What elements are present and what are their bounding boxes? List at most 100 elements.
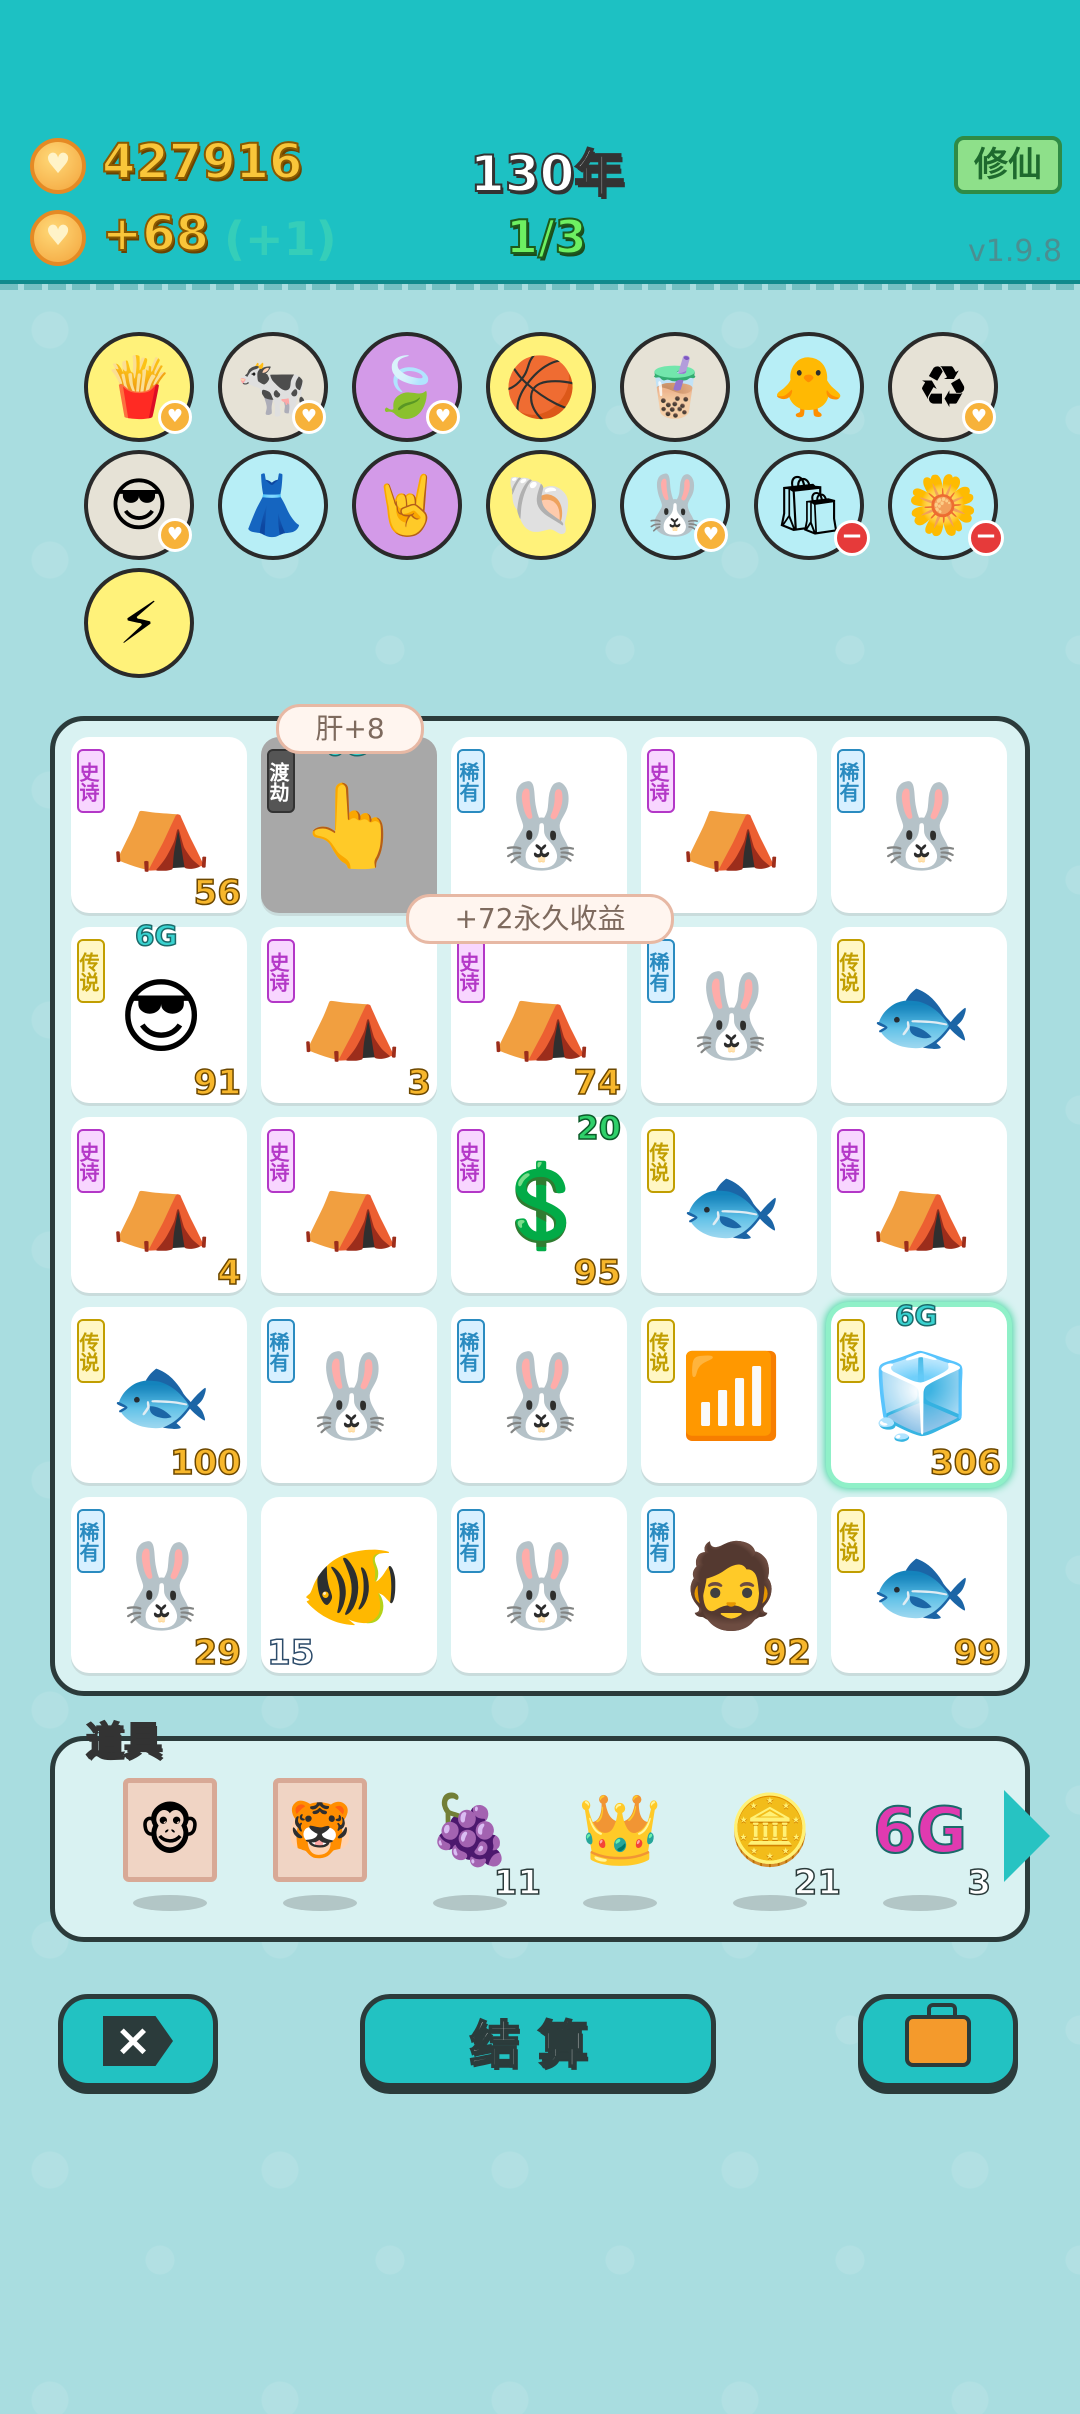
items-title: 道具 [85,1718,163,1764]
board-tile[interactable]: 稀有 🐰 [451,1497,627,1673]
item-shadow [583,1895,657,1911]
briefcase-icon [905,2003,971,2067]
rabbit-icon[interactable]: 🐰 ♥ [620,450,730,560]
board-tile[interactable]: 史诗 ⛺ [831,1117,1007,1293]
heart-badge-icon: ♥ [694,518,728,552]
rabbit-icon: 🐰 [299,1349,403,1444]
board-tile[interactable]: 传说 🐟 [831,927,1007,1103]
flower-pot-icon[interactable]: 🌼 − [888,450,1004,560]
board-tile[interactable]: 史诗 ⛺ 56 [71,737,247,914]
gold-coin-icon-glyph: 🪙 [727,1791,813,1870]
top-status-bar: 427916 +68 (+1) 130年 1/3 修仙 v1.9.8 [0,0,1080,290]
rabbit-icon: 🐰 [489,1539,593,1634]
board-tile[interactable]: 🐠 15 [261,1497,437,1674]
french-fries-icon[interactable]: 🍟 ♥ [84,332,194,442]
tiger-portrait-icon[interactable]: 🐯 [265,1775,375,1911]
xiuxian-button[interactable]: 修仙 [954,136,1062,194]
bubble-tea-icon[interactable]: 🧋 [620,332,730,442]
board-tile[interactable]: 传说 😎 6G 91 [71,918,247,1104]
board-tile[interactable]: 稀有 🐰 29 [71,1497,247,1674]
pleated-skirt-icon[interactable]: 👗 [218,450,328,560]
tile-value: 306 [929,1442,1001,1484]
item-count: 11 [493,1862,542,1904]
goldfish-icon: 🐠 [299,1539,403,1634]
bucket-hat-man-icon: 🧔 [679,1539,783,1634]
rabbit-tent-icon: ⛺ [299,1159,403,1254]
income-amount: +68 [101,205,210,263]
income-coin-icon [30,210,86,266]
cow-pair-icon[interactable]: 🐄 ♥ [218,332,328,442]
board-tile[interactable]: 稀有 🐰 [451,1307,627,1483]
lychee-icon[interactable]: 🍇 11 [415,1775,542,1911]
board-tile[interactable]: 史诗 💲 20 95 [451,1108,627,1294]
board-tile[interactable]: 稀有 🐰 [831,737,1007,913]
board-tile[interactable]: 稀有 🧔 92 [641,1497,817,1674]
items-next-arrow-icon[interactable] [1004,1790,1050,1882]
basketballs-icon[interactable]: 🏀 [486,332,596,442]
trash-bag-icon[interactable]: 🛍 − [754,450,870,560]
rabbit-tent-icon: ⛺ [679,779,783,874]
game-board: 史诗⛺56渡劫👆6G稀有🐰史诗⛺稀有🐰传说😎6G91史诗⛺3史诗⛺74稀有🐰传说… [50,716,1030,1696]
tile-value: 3 [407,1062,432,1104]
gold-coin-icon[interactable]: 🪙 21 [715,1775,842,1911]
monkey-portrait-icon-glyph: 🐵 [123,1778,217,1882]
board-tile[interactable]: 传说 🐟 99 [831,1497,1007,1674]
crown-icon[interactable]: 👑 [565,1775,675,1911]
rabbit-icon: 🐰 [489,1349,593,1444]
settle-button[interactable]: 结算 [360,1994,716,2088]
leaf-icon[interactable]: 🍃 ♥ [352,332,462,442]
tile-value: 56 [193,872,242,914]
chick-egg-icon[interactable]: 🐥 [754,332,864,442]
board-tile[interactable]: 稀有 🐰 [641,927,817,1103]
6g-icon[interactable]: 6G 3 [865,1775,992,1911]
income-bonus: (+1) [224,212,337,266]
board-tile[interactable]: 传说 📶 [641,1307,817,1483]
rabbit-icon: 🐰 [109,1539,213,1634]
rabbit-tent-icon: ⛺ [109,1159,213,1254]
board-tile[interactable]: 稀有 🐰 [261,1307,437,1483]
rabbit-tent-icon: ⛺ [869,1159,973,1254]
board-tile[interactable]: 史诗 ⛺ 4 [71,1117,247,1294]
rock-hand-icon[interactable]: 🤘 [352,450,462,560]
6g-icon-glyph: 6G [872,1793,968,1868]
board-tile[interactable]: 渡劫👆6G [261,728,437,913]
heart-badge-icon: ♥ [158,518,192,552]
board-tile[interactable]: 传说 🐟 [641,1117,817,1293]
6g-badge: 6G [894,1298,938,1333]
tile-value: 4 [217,1252,242,1294]
tile-value: 74 [573,1062,622,1104]
exit-button[interactable]: × [58,1994,218,2088]
lightning-icon[interactable]: ⚡ [84,568,194,678]
tile-value: 99 [953,1632,1002,1674]
board-tile[interactable]: 史诗 ⛺ [641,737,817,913]
board-tile[interactable]: 稀有 🐰 [451,737,627,913]
monkey-portrait-icon[interactable]: 🐵 [115,1775,225,1911]
crown-icon-glyph: 👑 [577,1791,663,1870]
heart-badge-icon: ♥ [158,400,192,434]
tile-value: 95 [573,1252,622,1294]
board-tile[interactable]: 史诗 ⛺ 74 [451,927,627,1104]
version-label: v1.9.8 [968,234,1063,269]
heart-badge-icon: ♥ [292,400,326,434]
pointing-hand-icon: 👆 [299,779,403,874]
bag-button[interactable] [858,1994,1018,2088]
shell-icon[interactable]: 🐚 [486,450,596,560]
item-count: 21 [793,1862,842,1904]
6g-badge: 6G [134,918,178,953]
board-tile[interactable]: 传说 🐟 100 [71,1307,247,1484]
year-counter: 130年 [469,144,625,204]
psy-face-icon: 😎 [118,969,204,1065]
sunglasses-cat-icon[interactable]: 😎 ♥ [84,450,194,560]
recycle-icon[interactable]: ♻ ♥ [888,332,998,442]
rabbit-icon: 🐰 [679,969,783,1064]
stage-progress: 1/3 [505,209,588,265]
koi-fish-icon: 🐟 [869,969,973,1064]
board-tile[interactable]: 史诗 ⛺ 3 [261,927,437,1104]
rabbit-tent-icon: ⛺ [299,969,403,1064]
dollar-coin-icon: 💲 [489,1159,593,1254]
rabbit-tent-icon: ⛺ [109,779,213,874]
rabbit-tent-icon: ⛺ [489,969,593,1064]
board-tile[interactable]: 传说 🧊 6G 306 [831,1298,1007,1484]
board-tile[interactable]: 史诗 ⛺ [261,1117,437,1293]
fridge-icon: 🧊 [869,1349,973,1444]
